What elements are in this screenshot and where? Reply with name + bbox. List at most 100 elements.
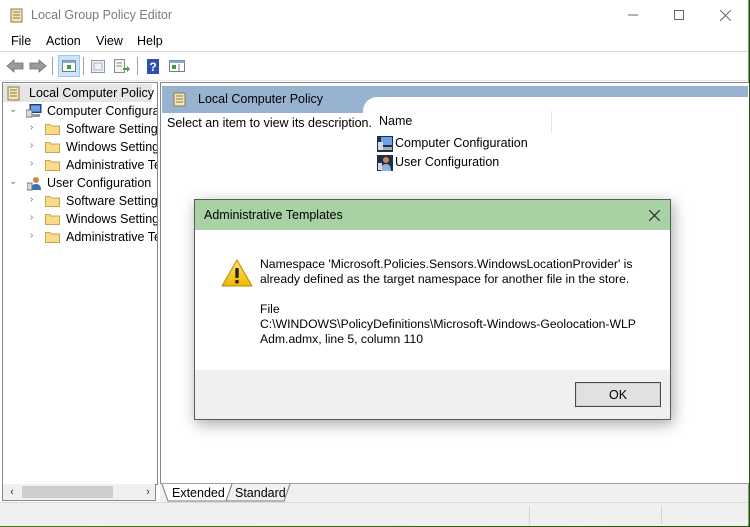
- chevron-right-icon[interactable]: ›: [30, 231, 40, 241]
- scroll-right-arrow-icon[interactable]: ›: [141, 486, 155, 498]
- toolbar-separator: [52, 57, 53, 75]
- forward-button[interactable]: [27, 55, 49, 77]
- folder-icon: [45, 160, 60, 171]
- description-text: Select an item to view its description.: [167, 116, 372, 130]
- user-icon: [27, 177, 41, 191]
- scroll-left-arrow-icon[interactable]: ‹: [5, 486, 19, 498]
- chevron-right-icon[interactable]: ›: [30, 159, 40, 169]
- title-bar[interactable]: Local Group Policy Editor: [0, 0, 748, 31]
- tree-item-label: Windows Setting: [66, 140, 158, 154]
- menu-view[interactable]: View: [96, 34, 123, 48]
- maximize-icon: [674, 10, 684, 20]
- file-location: Adm.admx, line 5, column 110: [260, 332, 424, 346]
- status-separator: [529, 506, 530, 524]
- folder-icon: [45, 196, 60, 207]
- tree-item-label: Local Computer Policy: [29, 86, 155, 100]
- tab-extended[interactable]: Extended: [172, 484, 225, 501]
- tree-item-computer-configuration[interactable]: ⌄ Computer Configura: [3, 102, 157, 120]
- close-icon: [719, 9, 731, 21]
- back-button[interactable]: [4, 55, 26, 77]
- properties-button[interactable]: [87, 55, 109, 77]
- help-icon: ?: [147, 58, 159, 74]
- close-icon: [648, 209, 660, 221]
- list-item-label: User Configuration: [395, 155, 500, 169]
- column-header-name[interactable]: Name: [379, 114, 412, 128]
- tree-item-software-settings[interactable]: › Software Settings: [3, 192, 157, 210]
- view-tabs: Extended Standard: [160, 483, 748, 502]
- warning-icon: [221, 259, 253, 287]
- chevron-down-icon[interactable]: ⌄: [9, 177, 19, 187]
- menu-file[interactable]: File: [11, 34, 31, 48]
- chevron-right-icon[interactable]: ›: [30, 141, 40, 151]
- tree-item-label: Administrative Te: [66, 158, 158, 172]
- tree-item-label: Computer Configura: [47, 104, 158, 118]
- toolbar-separator: [137, 57, 138, 75]
- folder-icon: [45, 142, 60, 153]
- dialog-message: Namespace 'Microsoft.Policies.Sensors.Wi…: [260, 257, 660, 287]
- console-tree-icon: [62, 60, 76, 72]
- chevron-right-icon[interactable]: ›: [30, 213, 40, 223]
- tree-item-administrative-templates[interactable]: › Administrative Te: [3, 156, 157, 174]
- dialog-body: Namespace 'Microsoft.Policies.Sensors.Wi…: [195, 230, 670, 370]
- close-button[interactable]: [702, 0, 748, 30]
- tree-item-label: Software Settings: [66, 122, 158, 136]
- tree-item-label: Software Settings: [66, 194, 158, 208]
- tree-item-label: User Configuration: [47, 176, 152, 190]
- dialog-close-button[interactable]: [644, 205, 664, 225]
- svg-text:?: ?: [149, 60, 156, 74]
- details-header-title: Local Computer Policy: [198, 92, 324, 106]
- menu-action[interactable]: Action: [46, 34, 81, 48]
- minimize-icon: [628, 14, 638, 16]
- scrollbar-thumb[interactable]: [22, 486, 113, 498]
- tree-item-windows-settings[interactable]: › Windows Setting: [3, 210, 157, 228]
- file-label: File: [260, 302, 280, 316]
- status-separator: [661, 506, 662, 524]
- chevron-down-icon[interactable]: ⌄: [9, 105, 19, 115]
- status-bar: [0, 502, 748, 526]
- tree-item-local-computer-policy[interactable]: Local Computer Policy: [3, 84, 155, 102]
- toolbar: ?: [0, 52, 748, 81]
- ok-button[interactable]: OK: [575, 382, 661, 407]
- maximize-button[interactable]: [656, 0, 702, 30]
- user-icon: [377, 155, 393, 171]
- computer-icon: [377, 136, 393, 152]
- folder-icon: [45, 214, 60, 225]
- file-path: C:\WINDOWS\PolicyDefinitions\Microsoft-W…: [260, 317, 636, 331]
- error-dialog: Administrative Templates Namespace 'Micr…: [194, 199, 671, 420]
- tab-standard[interactable]: Standard: [235, 484, 286, 501]
- policy-scroll-icon: [10, 8, 23, 23]
- window-title: Local Group Policy Editor: [31, 8, 173, 22]
- details-list-area: [363, 97, 749, 117]
- properties-icon: [91, 59, 105, 73]
- folder-icon: [45, 232, 60, 243]
- dialog-file-info: File C:\WINDOWS\PolicyDefinitions\Micros…: [260, 302, 660, 347]
- menu-bar: File Action View Help: [0, 31, 748, 52]
- chevron-right-icon[interactable]: ›: [30, 195, 40, 205]
- menu-help[interactable]: Help: [137, 34, 163, 48]
- console-tree: Local Computer Policy ⌄ Computer Configu…: [2, 82, 158, 485]
- action-pane-icon: [169, 60, 185, 72]
- tree-item-user-configuration[interactable]: ⌄ User Configuration: [3, 174, 157, 192]
- show-hide-action-pane-button[interactable]: [166, 55, 188, 77]
- dialog-message-line: Namespace 'Microsoft.Policies.Sensors.Wi…: [260, 257, 633, 271]
- column-separator[interactable]: [551, 111, 552, 133]
- back-arrow-icon: [6, 59, 24, 73]
- tree-item-software-settings[interactable]: › Software Settings: [3, 120, 157, 138]
- chevron-right-icon[interactable]: ›: [30, 123, 40, 133]
- toolbar-separator: [83, 57, 84, 75]
- dialog-title: Administrative Templates: [204, 208, 343, 222]
- export-list-button[interactable]: [111, 55, 133, 77]
- minimize-button[interactable]: [610, 0, 656, 30]
- folder-icon: [45, 124, 60, 135]
- policy-scroll-icon: [7, 86, 20, 101]
- policy-scroll-icon: [173, 92, 186, 107]
- tree-horizontal-scrollbar[interactable]: ‹ ›: [2, 484, 156, 501]
- help-button[interactable]: ?: [142, 55, 164, 77]
- dialog-footer: OK: [195, 370, 670, 419]
- tree-item-label: Windows Setting: [66, 212, 158, 226]
- dialog-title-bar[interactable]: Administrative Templates: [195, 200, 670, 230]
- show-hide-console-tree-button[interactable]: [58, 55, 80, 77]
- tree-item-windows-settings[interactable]: › Windows Setting: [3, 138, 157, 156]
- tree-item-administrative-templates[interactable]: › Administrative Te: [3, 228, 157, 246]
- main-window: Local Group Policy Editor File Action Vi…: [0, 0, 749, 526]
